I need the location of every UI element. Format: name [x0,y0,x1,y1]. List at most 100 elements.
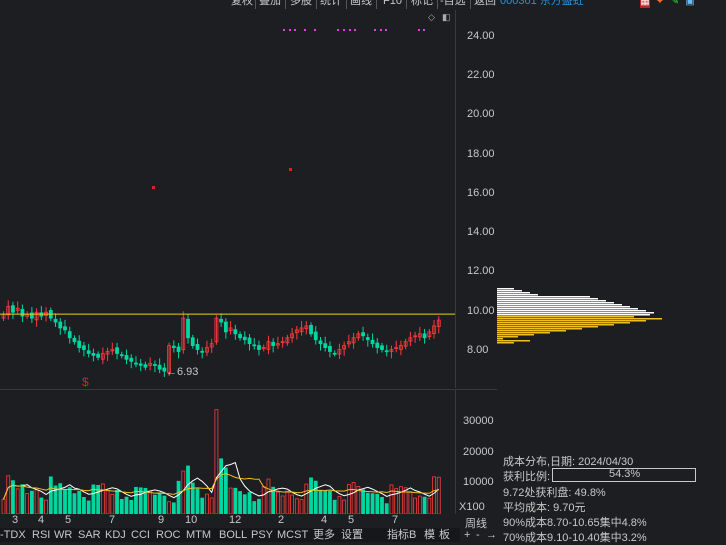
cost-bar [497,288,514,290]
volume-chart[interactable] [0,390,455,514]
profit-ratio-value: 54.3% [609,468,641,480]
tab-ban[interactable]: 板 [439,529,450,542]
volume-bar [384,503,389,514]
tab-tdx[interactable]: -TDX [0,529,26,542]
volume-bar [361,489,365,514]
volume-bar [67,487,72,514]
candle [361,332,365,337]
cost-bar [497,304,622,306]
toolbar-button-f10[interactable]: F10 [383,0,402,8]
zoom-in-button[interactable]: + [464,529,470,541]
toolbar-button-duogu[interactable]: 多股 [290,0,312,8]
candle [186,318,190,339]
candle [252,344,257,347]
volume-bars [1,409,441,514]
x-tick: 10 [185,514,198,526]
candle [233,329,238,335]
price-tick: 8.00 [467,344,489,356]
toolbar-button-zixuan[interactable]: -自选 [440,0,466,8]
signal-dot [418,29,420,31]
diamond-icon[interactable]: ◇ [428,12,435,23]
toolbar-button-huaxian[interactable]: 画线 [350,0,372,8]
volume-bar [342,499,347,514]
x-tick: 7 [392,514,399,526]
candle [152,364,157,366]
tab-cci[interactable]: CCI [131,529,150,542]
x-tick: 7 [109,514,116,526]
tab-mo[interactable]: 模 [424,529,435,542]
volume-bar [261,486,266,514]
tab-wr[interactable]: WR [54,529,72,542]
volume-bar [280,495,285,514]
scroll-right-button[interactable]: → [486,529,497,541]
x-tick: 9 [158,514,165,526]
tab-psy[interactable]: PSY [251,529,273,542]
candlestick-chart[interactable]: ←6.93 $ [0,10,455,388]
toolbar-button-fanhui[interactable]: 返回 [474,0,496,8]
toolbar-button-fuquan[interactable]: 复权 [231,0,253,8]
candle [313,331,318,341]
x-tick: 3 [12,514,19,526]
toolbar-button-diejia[interactable]: 叠加 [259,0,281,8]
candle [332,352,337,355]
price-tick: 12.00 [467,265,495,277]
tab-sar[interactable]: SAR [78,529,101,542]
tab-rsi[interactable]: RSI [32,529,50,542]
candle [67,331,72,339]
flame-icon[interactable]: ✦ [655,0,665,8]
tab-roc[interactable]: ROC [156,529,180,542]
cost-bar [497,296,590,298]
volume-bar [223,467,228,514]
chart-icon[interactable]: ▣ [685,0,695,8]
tab-mcst[interactable]: MCST [277,529,308,542]
candle [72,337,77,343]
pen-icon[interactable]: ✎ [670,0,680,8]
signal-dot [385,29,387,31]
volume-axis: 30000 20000 10000 X100 [455,390,497,514]
toolbar-button-biaoji[interactable]: 标记 [411,0,433,8]
axis-line [455,390,456,514]
cost-70-line: 70%成本9.10-10.40集中3.2% [503,532,647,544]
x-tick: 4 [38,514,45,526]
volume-bar [105,490,110,514]
candle [157,364,162,370]
volume-bar [205,493,209,514]
signal-dot [349,29,351,31]
volume-bar [219,458,224,514]
candle [176,346,181,352]
candle [91,353,96,356]
tab-more[interactable]: 更多 [313,529,335,542]
tab-mtm[interactable]: MTM [186,529,211,542]
volume-bar [323,490,328,514]
candle [63,326,67,331]
indicator-tabs: -TDX RSI WR SAR KDJ CCI ROC MTM BOLL PSY… [0,528,460,542]
toolbar-separator [470,0,471,9]
candle [200,350,205,353]
cost-distribution-chart [497,288,662,344]
volume-bar [276,491,280,514]
volume-bar [375,493,380,514]
candle [309,324,313,335]
toolbar-separator [437,0,438,9]
top-toolbar: 复权 叠加 多股 统计 画线 F10 标记 -自选 返回 000301 东方盛虹… [0,0,726,10]
cost-bar [497,294,538,296]
tab-boll[interactable]: BOLL [219,529,247,542]
grid-icon[interactable]: ▦ [640,0,650,8]
volume-bar [15,488,20,514]
x-tick: 2 [278,514,285,526]
cost-bar [497,342,514,344]
zoom-out-button[interactable]: - [476,529,480,541]
signal-dot [289,168,292,171]
toolbar-button-tongji[interactable]: 统计 [320,0,342,8]
volume-bar [394,488,399,514]
profit-at-price-line: 9.72处获利盘: 49.8% [503,487,606,499]
tab-indicator-b[interactable]: 指标B [387,529,416,542]
tab-settings[interactable]: 设置 [341,529,363,542]
candle [257,345,261,350]
toggle-panel-icon[interactable]: ◧ [442,12,451,23]
tab-kdj[interactable]: KDJ [105,529,126,542]
cost-bar [497,338,503,340]
signal-dot [374,29,376,31]
x-tick: 4 [321,514,328,526]
volume-bar [44,499,48,514]
